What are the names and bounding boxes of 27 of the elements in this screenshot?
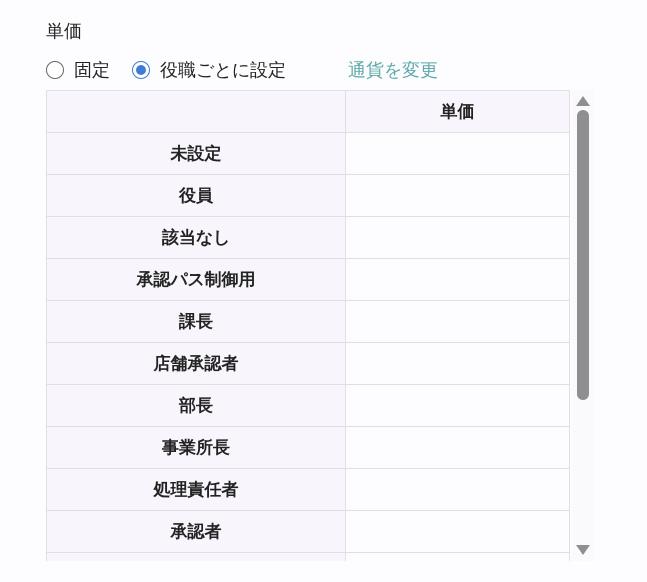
- row-header: 該当なし: [46, 216, 346, 258]
- scroll-up-icon[interactable]: [576, 96, 590, 106]
- price-cell[interactable]: [346, 258, 570, 300]
- radio-option[interactable]: 固定: [46, 58, 110, 82]
- scroll-down-icon[interactable]: [576, 545, 590, 555]
- row-header: 役員: [46, 174, 346, 216]
- row-header: 店舗承認者: [46, 342, 346, 384]
- price-cell[interactable]: [346, 384, 570, 426]
- price-cell[interactable]: [346, 174, 570, 216]
- price-cell[interactable]: [346, 426, 570, 468]
- price-cell[interactable]: [346, 342, 570, 384]
- row-header: 承認者: [46, 510, 346, 552]
- field-label: 単価: [46, 20, 83, 43]
- row-header: 課長: [46, 300, 346, 342]
- price-cell[interactable]: [346, 132, 570, 174]
- price-cell[interactable]: [346, 216, 570, 258]
- scroll-thumb[interactable]: [577, 110, 589, 400]
- price-cell[interactable]: [346, 300, 570, 342]
- row-header: 未設定: [46, 132, 346, 174]
- column-header: 単価: [346, 90, 570, 132]
- radio-option[interactable]: 役職ごとに設定: [132, 58, 286, 82]
- row-header: 処理責任者: [46, 468, 346, 510]
- price-cell[interactable]: [346, 510, 570, 552]
- row-header: 部長: [46, 384, 346, 426]
- row-header: 承認パス制御用: [46, 258, 346, 300]
- row-header: 事業所長: [46, 426, 346, 468]
- price-cell[interactable]: [346, 468, 570, 510]
